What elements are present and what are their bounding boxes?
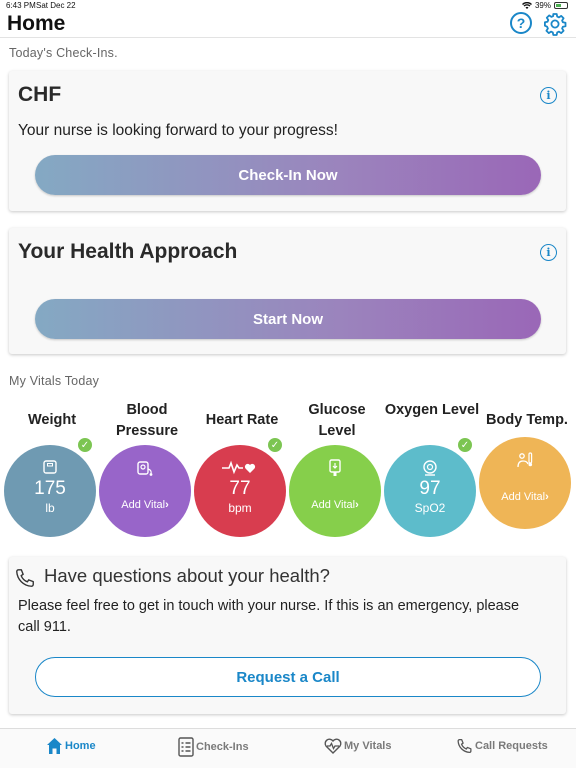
checklist-icon bbox=[178, 737, 194, 757]
request-a-call-button[interactable]: Request a Call bbox=[35, 657, 541, 697]
info-icon[interactable]: i bbox=[540, 87, 557, 104]
battery-icon bbox=[554, 2, 568, 9]
scale-icon bbox=[4, 459, 96, 477]
add-vital-label: Add Vital bbox=[121, 499, 166, 511]
vital-circle[interactable]: 97 SpO2 bbox=[384, 445, 476, 537]
info-icon[interactable]: i bbox=[540, 244, 557, 261]
status-time: 6:43 PM bbox=[6, 1, 36, 10]
tab-call-requests-label: Call Requests bbox=[475, 740, 548, 752]
oximeter-icon bbox=[384, 459, 476, 477]
page-title: Home bbox=[7, 12, 66, 35]
check-icon: ✓ bbox=[456, 436, 474, 454]
vital-label: Heart Rate bbox=[205, 412, 279, 428]
vital-circle[interactable]: Add Vital› bbox=[289, 445, 381, 537]
gear-icon[interactable] bbox=[543, 12, 567, 36]
vital-value: 77 bbox=[229, 478, 251, 499]
check-icon: ✓ bbox=[76, 436, 94, 454]
add-vital-label: Add Vital bbox=[311, 499, 356, 511]
phone-icon bbox=[16, 569, 34, 587]
home-icon bbox=[47, 738, 62, 754]
questions-text-line1: Please feel free to get in touch with yo… bbox=[18, 598, 520, 614]
vital-value: 175 bbox=[34, 478, 66, 499]
chevron-right-icon: › bbox=[165, 499, 169, 511]
status-date: Sat Dec 22 bbox=[36, 1, 76, 10]
glucose-meter-icon bbox=[289, 459, 381, 477]
vitals-section-label: My Vitals Today bbox=[9, 374, 100, 388]
vital-label: Glucose Level bbox=[308, 402, 366, 439]
add-vital-link[interactable]: Add Vital› bbox=[479, 491, 571, 503]
chevron-right-icon: › bbox=[545, 491, 549, 503]
vital-unit: bpm bbox=[228, 501, 252, 515]
blood-pressure-icon bbox=[99, 459, 191, 477]
tab-check-ins-label: Check-Ins bbox=[196, 741, 249, 753]
tab-call-requests[interactable]: Call Requests bbox=[456, 737, 548, 755]
chf-card-message: Your nurse is looking forward to your pr… bbox=[18, 122, 338, 139]
add-vital-label: Add Vital bbox=[501, 491, 546, 503]
vital-label: Weight bbox=[27, 412, 77, 428]
questions-title: Have questions about your health? bbox=[44, 565, 330, 586]
chf-card-title: CHF bbox=[18, 83, 62, 106]
vital-unit: SpO2 bbox=[414, 501, 446, 515]
chf-checkin-card: CHF i Your nurse is looking forward to y… bbox=[9, 71, 566, 211]
tab-home[interactable]: Home bbox=[46, 737, 96, 755]
wifi-icon bbox=[521, 1, 532, 9]
status-bar: 6:43 PM Sat Dec 22 39% bbox=[0, 0, 576, 12]
heartbeat-icon bbox=[194, 459, 286, 477]
vital-circle[interactable]: Add Vital› bbox=[479, 437, 571, 529]
health-approach-title: Your Health Approach bbox=[18, 240, 238, 263]
add-vital-link[interactable]: Add Vital› bbox=[99, 499, 191, 511]
tab-bar: Home Check-Ins My Vitals Call Requests bbox=[0, 728, 576, 768]
vital-circle[interactable]: 77 bpm bbox=[194, 445, 286, 537]
start-now-button[interactable]: Start Now bbox=[35, 299, 541, 339]
tab-check-ins[interactable]: Check-Ins bbox=[178, 737, 249, 757]
vital-label: Oxygen Level bbox=[384, 402, 480, 418]
question-circle-icon[interactable]: ? bbox=[510, 12, 532, 34]
questions-text-line2: call 911. bbox=[18, 619, 71, 635]
vital-label: Blood Pressure bbox=[115, 402, 179, 439]
vital-label: Body Temp. bbox=[486, 412, 568, 428]
vital-value: 97 bbox=[419, 478, 441, 499]
tab-my-vitals[interactable]: My Vitals bbox=[324, 737, 392, 755]
checkins-section-label: Today's Check-Ins. bbox=[9, 46, 118, 60]
chevron-right-icon: › bbox=[355, 499, 359, 511]
vital-circle[interactable]: Add Vital› bbox=[99, 445, 191, 537]
status-right: 39% bbox=[521, 1, 568, 10]
phone-icon bbox=[457, 738, 472, 754]
thermometer-icon bbox=[479, 451, 571, 469]
questions-card: Have questions about your health? Please… bbox=[9, 557, 566, 714]
health-approach-card: Your Health Approach i Start Now bbox=[9, 228, 566, 354]
battery-percent: 39% bbox=[534, 1, 551, 10]
check-in-now-button[interactable]: Check-In Now bbox=[35, 155, 541, 195]
tab-my-vitals-label: My Vitals bbox=[344, 740, 392, 752]
header: Home ? bbox=[0, 12, 576, 38]
tab-home-label: Home bbox=[65, 740, 96, 752]
vital-unit: lb bbox=[45, 501, 55, 515]
add-vital-link[interactable]: Add Vital› bbox=[289, 499, 381, 511]
vital-circle[interactable]: 175 lb bbox=[4, 445, 96, 537]
check-icon: ✓ bbox=[266, 436, 284, 454]
vitals-icon bbox=[324, 738, 342, 754]
